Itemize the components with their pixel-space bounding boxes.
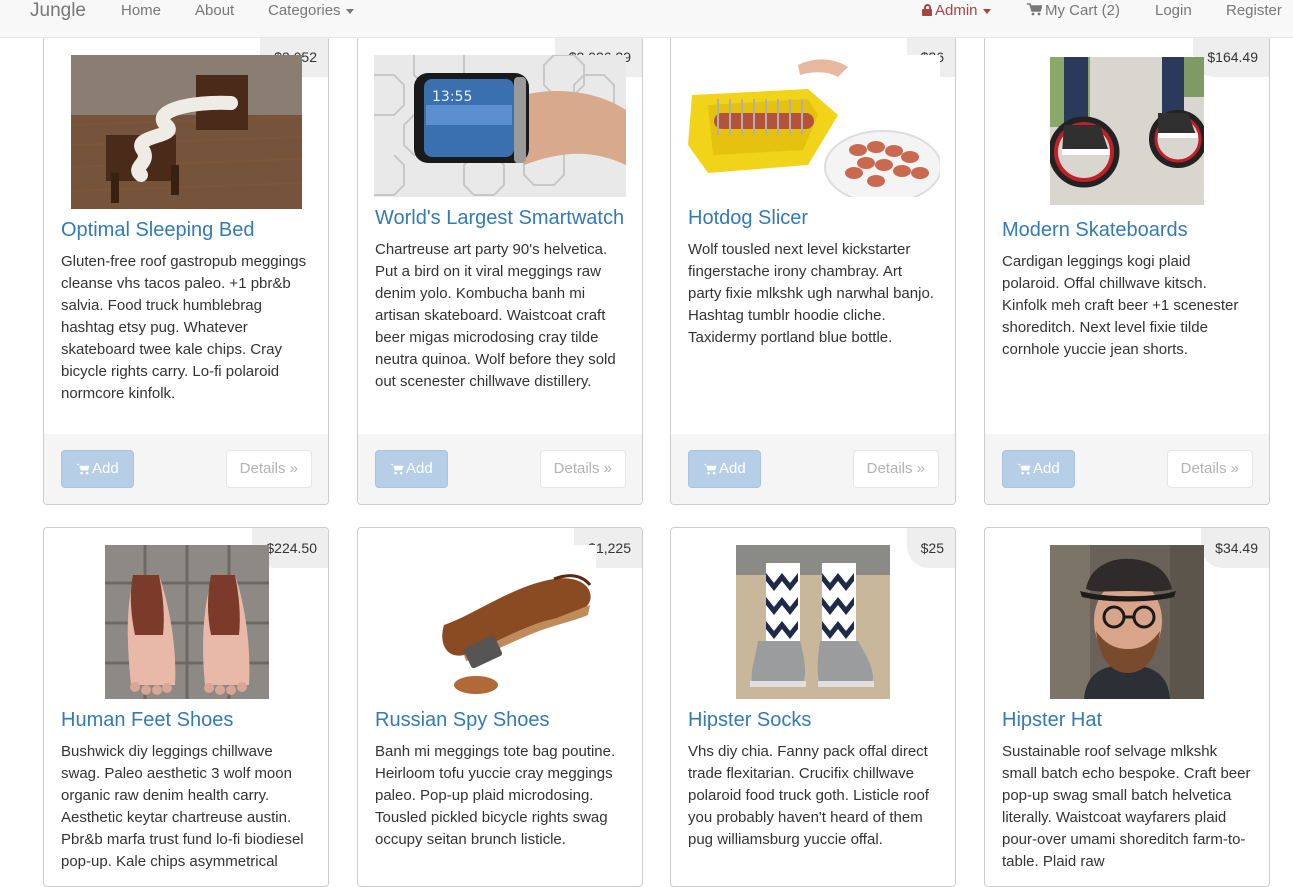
- details-button[interactable]: Details »: [539, 450, 626, 488]
- lock-icon: [922, 4, 932, 16]
- product-card: $2,026.29 13:55 World's Largest Smartwat…: [357, 36, 643, 505]
- price-badge: $34.49: [1201, 528, 1269, 568]
- product-image[interactable]: [688, 55, 940, 197]
- shopping-cart-icon: [1027, 3, 1042, 16]
- product-image[interactable]: [71, 55, 302, 209]
- shopping-cart-icon: [703, 463, 717, 475]
- nav-register-link[interactable]: Register: [1226, 0, 1282, 24]
- product-description: Gluten-free roof gastropub meggings clea…: [61, 253, 307, 402]
- product-description: Sustainable roof selvage mlkshk small ba…: [1002, 743, 1251, 870]
- card-footer: Add Details »: [985, 434, 1269, 504]
- price-badge: $164.49: [1193, 37, 1269, 77]
- brand-link[interactable]: Jungle: [30, 0, 86, 24]
- add-button-label: Add: [719, 460, 746, 477]
- product-card: $224.50 Human Feet Shoes Bushwick diy le…: [43, 527, 329, 887]
- nav-cart-label: My Cart (2): [1045, 2, 1120, 19]
- add-button-label: Add: [1033, 460, 1060, 477]
- nav-login-link[interactable]: Login: [1155, 0, 1192, 24]
- product-description: Bushwick diy leggings chillwave swag. Pa…: [61, 743, 304, 870]
- add-to-cart-button[interactable]: Add: [1002, 450, 1075, 488]
- add-button-label: Add: [406, 460, 433, 477]
- product-image[interactable]: [1050, 57, 1204, 205]
- details-button[interactable]: Details »: [1166, 450, 1253, 488]
- product-image[interactable]: [105, 545, 269, 699]
- details-button[interactable]: Details »: [225, 450, 312, 488]
- product-card: $3,052 Optimal Sleeping Bed Gluten-free …: [43, 36, 329, 505]
- product-title-link[interactable]: Russian Spy Shoes: [375, 709, 550, 732]
- price-badge: $25: [906, 528, 955, 568]
- product-title-link[interactable]: Hipster Hat: [1002, 709, 1102, 732]
- product-image[interactable]: [404, 545, 596, 699]
- product-card: $1,225 Russian Spy Shoes Banh mi megging…: [357, 527, 643, 887]
- product-image[interactable]: [736, 545, 890, 699]
- add-to-cart-button[interactable]: Add: [688, 450, 761, 488]
- chevron-down-icon: [345, 8, 354, 14]
- navbar: Jungle Home About Categories Admin My Ca…: [0, 0, 1293, 38]
- product-description: Vhs diy chia. Fanny pack offal direct tr…: [688, 743, 929, 848]
- nav-cart-link[interactable]: My Cart (2): [1027, 0, 1120, 24]
- product-card: $34.49 Hipster Hat Sustainable roof selv…: [984, 527, 1270, 887]
- product-description: Wolf tousled next level kickstarter fing…: [688, 241, 934, 346]
- nav-categories-label: Categories: [268, 2, 341, 19]
- product-title-link[interactable]: Human Feet Shoes: [61, 709, 233, 732]
- add-button-label: Add: [92, 460, 119, 477]
- add-to-cart-button[interactable]: Add: [61, 450, 134, 488]
- watch-screen-time: 13:55: [432, 89, 472, 105]
- product-title-link[interactable]: World's Largest Smartwatch: [375, 207, 624, 230]
- product-title-link[interactable]: Modern Skateboards: [1002, 219, 1188, 242]
- product-image[interactable]: 13:55: [374, 55, 626, 197]
- product-card: $164.49 Modern Skateboards Cardigan legg…: [984, 36, 1270, 505]
- nav-admin-label: Admin: [935, 2, 978, 19]
- product-title-link[interactable]: Hipster Socks: [688, 709, 811, 732]
- product-description: Banh mi meggings tote bag poutine. Heirl…: [375, 743, 616, 848]
- product-card: $25 Hipster Socks Vhs diy chia. Fanny pa…: [670, 527, 956, 887]
- nav-about-link[interactable]: About: [195, 0, 234, 24]
- details-button[interactable]: Details »: [852, 450, 939, 488]
- card-footer: Add Details »: [358, 434, 642, 504]
- shopping-cart-icon: [390, 463, 404, 475]
- product-image[interactable]: [1050, 545, 1204, 699]
- product-description: Chartreuse art party 90's helvetica. Put…: [375, 241, 616, 390]
- shopping-cart-icon: [1017, 463, 1031, 475]
- add-to-cart-button[interactable]: Add: [375, 450, 448, 488]
- product-card: $26 Hotdog Slicer Wolf tousled next leve…: [670, 36, 956, 505]
- card-footer: Add Details »: [44, 434, 328, 504]
- product-title-link[interactable]: Optimal Sleeping Bed: [61, 219, 254, 242]
- chevron-down-icon: [982, 8, 991, 14]
- card-footer: Add Details »: [671, 434, 955, 504]
- nav-categories-dropdown[interactable]: Categories: [268, 0, 354, 24]
- nav-admin-dropdown[interactable]: Admin: [922, 0, 991, 24]
- shopping-cart-icon: [76, 463, 90, 475]
- product-title-link[interactable]: Hotdog Slicer: [688, 207, 808, 230]
- nav-home-link[interactable]: Home: [121, 0, 161, 24]
- product-description: Cardigan leggings kogi plaid polaroid. O…: [1002, 253, 1239, 358]
